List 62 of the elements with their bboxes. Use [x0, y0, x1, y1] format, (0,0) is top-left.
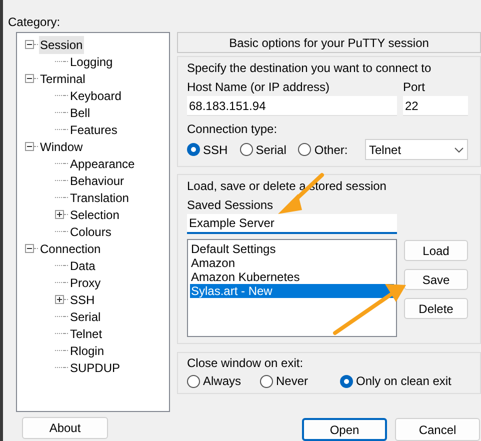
port-label: Port [403, 80, 426, 94]
expand-icon[interactable] [55, 295, 64, 304]
tree-item[interactable]: Session [39, 36, 84, 54]
group-label: Specify the destination you want to connect to [187, 60, 432, 76]
tree-item[interactable]: Features [69, 120, 118, 138]
dropdown-value: Telnet [369, 142, 402, 158]
chevron-down-icon [454, 146, 464, 152]
tree-item[interactable]: Logging [69, 52, 114, 70]
tree-item[interactable]: Appearance [69, 154, 136, 172]
tree-item[interactable]: Terminal [39, 70, 86, 88]
tree-item[interactable]: Proxy [69, 274, 102, 292]
tree-item[interactable]: Behaviour [69, 172, 126, 190]
radio-option[interactable]: SSH [187, 140, 228, 158]
radio-button[interactable] [298, 143, 312, 156]
tree-item[interactable]: Window [39, 138, 84, 156]
host-label: Host Name (or IP address) [187, 80, 330, 94]
about-button[interactable]: About [22, 417, 108, 439]
tree-item[interactable]: Serial [69, 308, 102, 326]
tree-item[interactable]: Connection [39, 240, 102, 258]
host-field[interactable]: 68.183.151.94 [187, 96, 397, 116]
session-button[interactable]: Save [404, 269, 468, 290]
connection-type-label: Connection type: [187, 122, 278, 136]
collapse-icon[interactable] [25, 142, 34, 151]
radio-button[interactable] [240, 143, 253, 156]
panel-title: Basic options for your PuTTY session [177, 32, 481, 53]
radio-option[interactable]: Only on clean exit [340, 372, 452, 390]
tree-item[interactable]: Data [69, 256, 96, 274]
tree-item[interactable]: Colours [69, 222, 112, 240]
category-label: Category: [8, 14, 62, 30]
session-name-field[interactable]: Example Server [187, 214, 397, 234]
collapse-icon[interactable] [25, 244, 34, 253]
saved-profile-row[interactable]: Amazon Kubernetes [190, 270, 394, 284]
radio-button[interactable] [187, 374, 200, 388]
radio-option[interactable]: Serial [240, 140, 286, 158]
saved-profile-row[interactable]: Sylas.art - New [190, 284, 394, 298]
tree-item[interactable]: SSH [69, 290, 96, 308]
collapse-icon[interactable] [25, 40, 34, 49]
tree-item[interactable]: Rlogin [69, 342, 106, 360]
dialog-button[interactable]: Open [302, 418, 387, 441]
tree-item[interactable]: SUPDUP [69, 358, 122, 376]
radio-button[interactable] [260, 374, 273, 388]
saved-profile-row[interactable]: Amazon [190, 256, 394, 270]
radio-option[interactable]: Other: [298, 140, 348, 158]
saved-profile-row[interactable]: Default Settings [190, 242, 394, 256]
close-window-label: Close window on exit: [187, 356, 304, 370]
tree-item[interactable]: Translation [69, 188, 130, 206]
protocol-dropdown[interactable]: Telnet [365, 139, 468, 160]
tree-item[interactable]: Selection [69, 206, 120, 224]
radio-button[interactable] [340, 374, 353, 388]
tree-item[interactable]: Telnet [69, 324, 104, 342]
collapse-icon[interactable] [25, 74, 34, 83]
session-button[interactable]: Delete [404, 298, 468, 319]
expand-icon[interactable] [55, 210, 64, 219]
dialog-button[interactable]: Cancel [395, 418, 480, 441]
tree-item[interactable]: Keyboard [69, 86, 122, 104]
tree-item[interactable]: Bell [69, 104, 92, 122]
port-field[interactable]: 22 [403, 96, 468, 116]
radio-button[interactable] [187, 143, 200, 156]
session-button[interactable]: Load [404, 240, 468, 261]
radio-option[interactable]: Always [187, 372, 260, 390]
saved-sessions-label: Saved Sessions [187, 198, 274, 212]
radio-option[interactable]: Never [260, 372, 340, 390]
